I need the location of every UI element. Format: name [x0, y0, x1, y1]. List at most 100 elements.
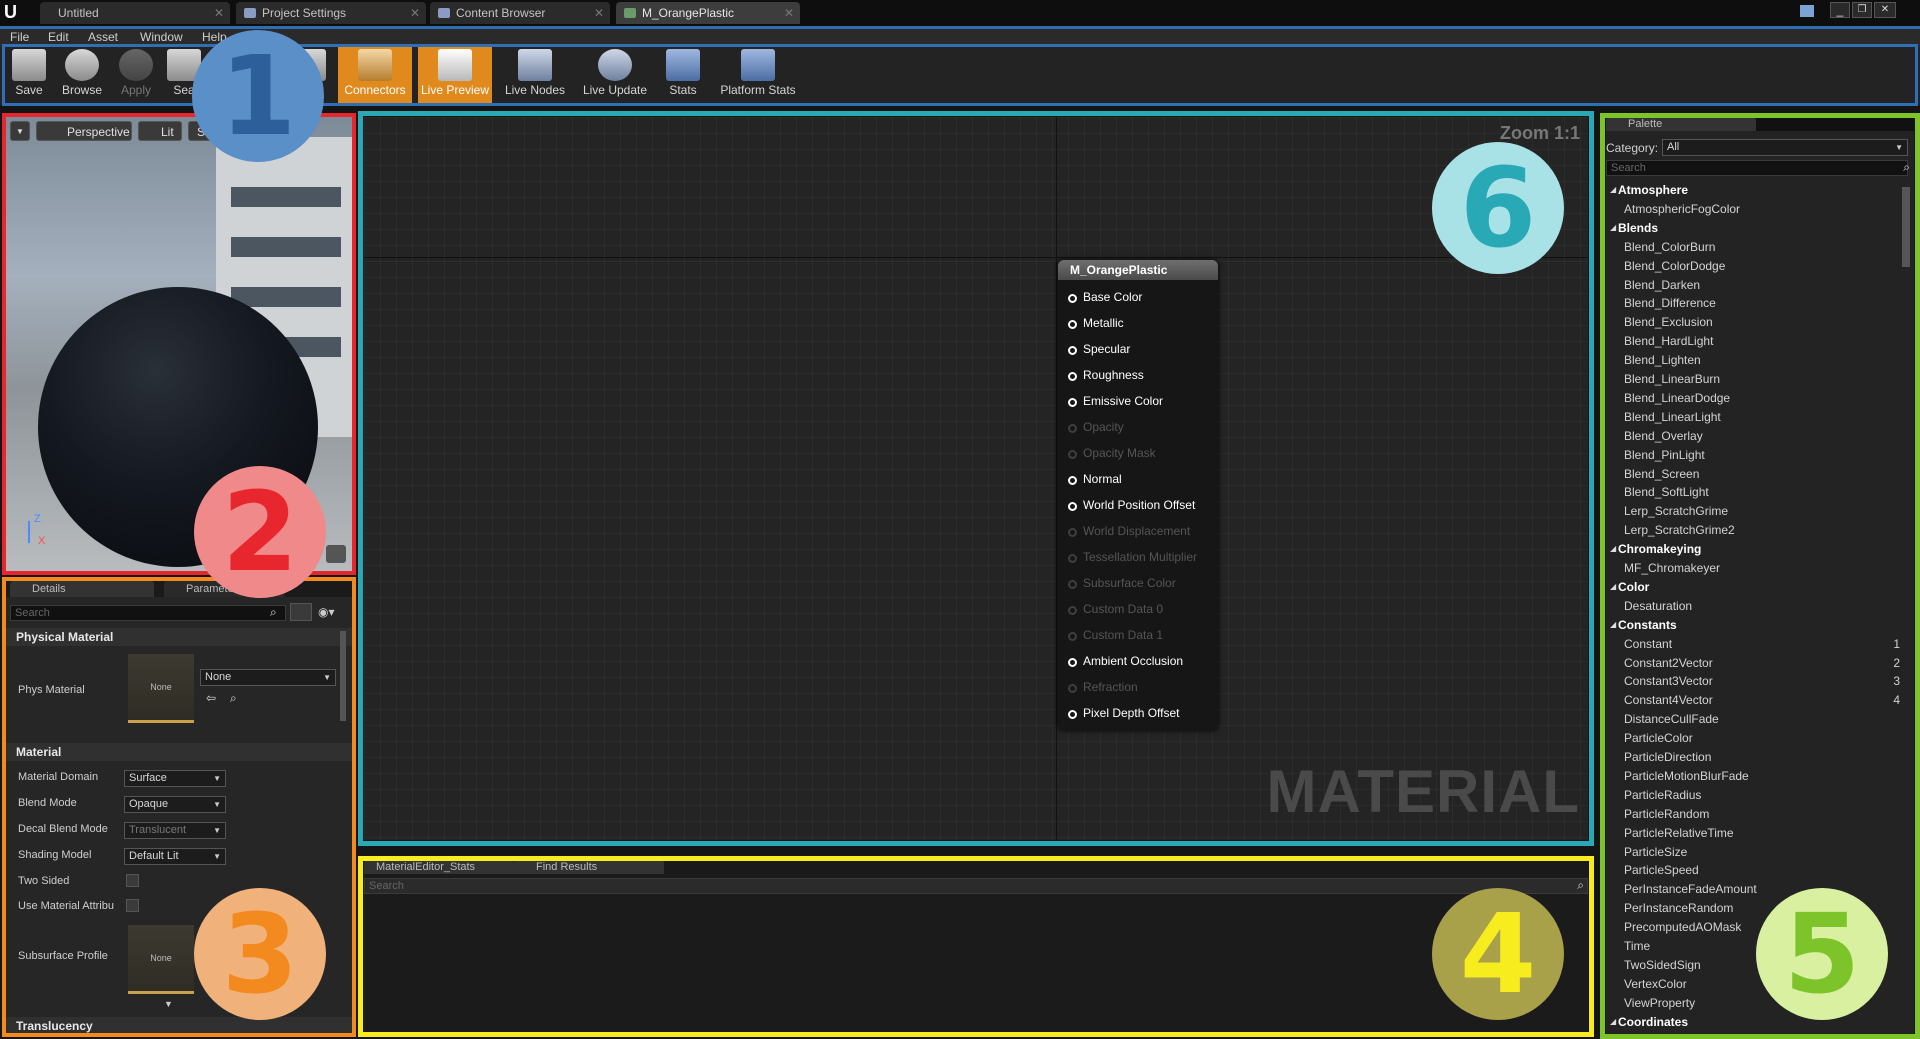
- palette-item[interactable]: Blend_HardLight: [1624, 334, 1713, 348]
- tab-find-results[interactable]: Find Results: [514, 860, 664, 874]
- pin-circle-icon[interactable]: [1068, 606, 1077, 615]
- palette-item[interactable]: Blend_ColorDodge: [1624, 259, 1725, 273]
- tab-untitled[interactable]: Untitled ✕: [40, 2, 230, 24]
- node-pin[interactable]: Specular: [1068, 342, 1130, 356]
- node-pin[interactable]: Metallic: [1068, 316, 1124, 330]
- node-pin[interactable]: Base Color: [1068, 290, 1142, 304]
- pin-circle-icon[interactable]: [1068, 424, 1077, 433]
- close-icon[interactable]: ✕: [410, 2, 420, 24]
- palette-item[interactable]: ParticleRandom: [1624, 807, 1709, 821]
- use-material-attributes-checkbox[interactable]: [126, 899, 139, 912]
- palette-item[interactable]: ParticleRadius: [1624, 788, 1701, 802]
- palette-item[interactable]: PerInstanceRandom: [1624, 901, 1733, 915]
- use-selected-arrow-icon[interactable]: ⇦: [206, 691, 216, 705]
- close-icon[interactable]: ✕: [214, 2, 224, 24]
- save-button[interactable]: Save: [10, 47, 48, 103]
- node-pin[interactable]: Custom Data 0: [1068, 602, 1163, 616]
- palette-item[interactable]: AtmosphericFogColor: [1624, 202, 1740, 216]
- palette-item[interactable]: Blend_LinearBurn: [1624, 372, 1720, 386]
- node-pin[interactable]: Subsurface Color: [1068, 576, 1176, 590]
- palette-category[interactable]: Coordinates: [1618, 1015, 1688, 1029]
- menu-window[interactable]: Window: [140, 30, 183, 44]
- category-material[interactable]: Material: [6, 743, 352, 761]
- node-pin[interactable]: Ambient Occlusion: [1068, 654, 1183, 668]
- tab-content-browser[interactable]: Content Browser ✕: [430, 2, 610, 24]
- palette-item[interactable]: PrecomputedAOMask: [1624, 920, 1741, 934]
- palette-category[interactable]: Blends: [1618, 221, 1658, 235]
- palette-category[interactable]: Atmosphere: [1618, 183, 1688, 197]
- palette-item[interactable]: Blend_Screen: [1624, 467, 1699, 481]
- phys-material-dropdown[interactable]: None: [200, 669, 336, 686]
- pin-circle-icon[interactable]: [1068, 710, 1077, 719]
- pin-circle-icon[interactable]: [1068, 398, 1077, 407]
- viewport-settings-icon[interactable]: [326, 545, 346, 563]
- palette-item[interactable]: ParticleMotionBlurFade: [1624, 769, 1749, 783]
- pin-circle-icon[interactable]: [1068, 294, 1077, 303]
- tab-project-settings[interactable]: Project Settings ✕: [236, 2, 426, 24]
- two-sided-checkbox[interactable]: [126, 874, 139, 887]
- node-pin[interactable]: Pixel Depth Offset: [1068, 706, 1180, 720]
- node-pin[interactable]: Custom Data 1: [1068, 628, 1163, 642]
- expand-triangle-icon[interactable]: ◢: [1610, 1017, 1616, 1026]
- palette-item[interactable]: Blend_Lighten: [1624, 353, 1701, 367]
- platform-stats-button[interactable]: Platform Stats: [716, 47, 800, 103]
- node-pin[interactable]: World Position Offset: [1068, 498, 1195, 512]
- palette-item[interactable]: ParticleRelativeTime: [1624, 826, 1734, 840]
- phys-material-thumbnail[interactable]: None: [128, 654, 194, 723]
- palette-item[interactable]: Blend_Overlay: [1624, 429, 1703, 443]
- node-title[interactable]: M_OrangePlastic: [1058, 260, 1218, 280]
- pin-circle-icon[interactable]: [1068, 476, 1077, 485]
- close-button[interactable]: ✕: [1874, 2, 1896, 18]
- stats-button[interactable]: Stats: [662, 47, 704, 103]
- palette-item[interactable]: TwoSidedSign: [1624, 958, 1701, 972]
- palette-item[interactable]: DistanceCullFade: [1624, 712, 1719, 726]
- grid-view-icon[interactable]: [290, 603, 312, 621]
- node-pin[interactable]: Opacity: [1068, 420, 1124, 434]
- feedback-icon[interactable]: [1800, 5, 1814, 17]
- pin-circle-icon[interactable]: [1068, 658, 1077, 667]
- unreal-logo-icon[interactable]: U: [4, 2, 24, 22]
- palette-category[interactable]: Constants: [1618, 618, 1677, 632]
- pin-circle-icon[interactable]: [1068, 346, 1077, 355]
- search-icon[interactable]: ⌕: [1903, 160, 1910, 175]
- expand-triangle-icon[interactable]: ◢: [1610, 185, 1616, 194]
- palette-item[interactable]: ParticleSpeed: [1624, 863, 1699, 877]
- expand-triangle-icon[interactable]: ◢: [1610, 223, 1616, 232]
- perspective-button[interactable]: Perspective: [36, 121, 132, 141]
- palette-item[interactable]: VertexColor: [1624, 977, 1687, 991]
- node-pin[interactable]: Refraction: [1068, 680, 1138, 694]
- palette-item[interactable]: Blend_LinearDodge: [1624, 391, 1730, 405]
- palette-item[interactable]: Desaturation: [1624, 599, 1692, 613]
- node-pin[interactable]: Opacity Mask: [1068, 446, 1156, 460]
- close-icon[interactable]: ✕: [784, 2, 794, 24]
- pin-circle-icon[interactable]: [1068, 450, 1077, 459]
- material-domain-dropdown[interactable]: Surface: [124, 770, 226, 787]
- expand-arrow-icon[interactable]: ▼: [164, 999, 173, 1009]
- live-update-button[interactable]: Live Update: [580, 47, 650, 103]
- palette-item[interactable]: Blend_Darken: [1624, 278, 1700, 292]
- subsurface-profile-thumbnail[interactable]: None: [128, 925, 194, 994]
- palette-item[interactable]: Lerp_ScratchGrime2: [1624, 523, 1735, 537]
- material-result-node[interactable]: M_OrangePlastic Base Color Metallic Specul…: [1058, 260, 1218, 730]
- browse-search-icon[interactable]: ⌕: [230, 691, 237, 706]
- live-nodes-button[interactable]: Live Nodes: [502, 47, 568, 103]
- menu-file[interactable]: File: [10, 30, 29, 44]
- category-physical-material[interactable]: Physical Material: [6, 628, 352, 646]
- blend-mode-dropdown[interactable]: Opaque: [124, 796, 226, 813]
- live-preview-button[interactable]: Live Preview: [418, 47, 492, 103]
- palette-item[interactable]: MF_Chromakeyer: [1624, 561, 1720, 575]
- palette-item[interactable]: ParticleDirection: [1624, 750, 1711, 764]
- node-pin[interactable]: World Displacement: [1068, 524, 1190, 538]
- pin-circle-icon[interactable]: [1068, 502, 1077, 511]
- palette-item[interactable]: ParticleSize: [1624, 845, 1687, 859]
- pin-circle-icon[interactable]: [1068, 684, 1077, 693]
- details-scrollbar[interactable]: [340, 631, 346, 721]
- palette-item[interactable]: Constant4Vector: [1624, 693, 1713, 707]
- pin-circle-icon[interactable]: [1068, 580, 1077, 589]
- node-pin[interactable]: Normal: [1068, 472, 1122, 486]
- category-dropdown[interactable]: All: [1662, 139, 1908, 156]
- palette-category[interactable]: Chromakeying: [1618, 542, 1701, 556]
- decal-blend-mode-dropdown[interactable]: Translucent: [124, 822, 226, 839]
- search-icon[interactable]: ⌕: [1577, 878, 1584, 893]
- shading-model-dropdown[interactable]: Default Lit: [124, 848, 226, 865]
